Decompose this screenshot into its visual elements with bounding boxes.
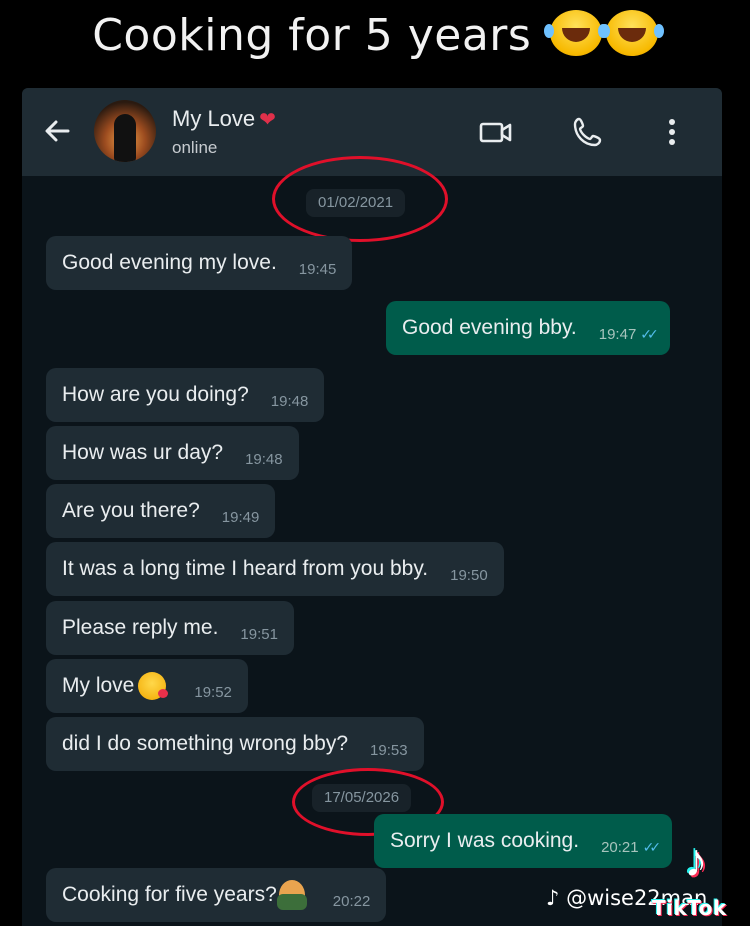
chat-screen: My Love ❤ online 01/02/2021 Good evening …: [22, 88, 722, 926]
message-incoming[interactable]: Please reply me. 19:51: [46, 601, 294, 655]
message-time: 19:47: [598, 325, 637, 343]
contact-name[interactable]: My Love ❤: [172, 106, 276, 132]
message-incoming[interactable]: My love 19:52: [46, 659, 248, 713]
message-time: 19:50: [450, 566, 488, 584]
message-outgoing[interactable]: Sorry I was cooking. 20:21 ✓✓: [374, 814, 673, 868]
tears-of-joy-emoji-icon: [543, 10, 602, 56]
contact-name-text: My Love: [172, 106, 256, 131]
message-text: Cooking for five years?: [62, 883, 277, 906]
message-time: 20:21: [601, 838, 639, 856]
message-text: How was ur day?: [62, 441, 224, 464]
read-ticks-icon: ✓✓: [642, 838, 662, 855]
tiktok-brand: TikTok: [652, 896, 727, 920]
contact-status: online: [172, 138, 218, 157]
heart-emoji: ❤: [259, 109, 276, 131]
message-time: 19:51: [240, 625, 278, 643]
caption-text: Cooking for 5 years: [92, 10, 532, 61]
message-outgoing[interactable]: Good evening bby. 19:47 ✓✓: [386, 301, 670, 355]
caption-title: Cooking for 5 years: [0, 10, 750, 61]
message-text: Sorry I was cooking.: [390, 829, 580, 852]
annotation-circle: [272, 156, 448, 242]
contact-avatar[interactable]: [94, 100, 156, 162]
facepalm-emoji-icon: [276, 880, 307, 910]
message-text: Good evening bby.: [402, 316, 577, 339]
message-text: Good evening my love.: [62, 251, 277, 274]
message-time: 20:22: [332, 892, 371, 910]
message-time: 19:48: [245, 450, 283, 468]
message-time: 19:49: [221, 508, 260, 526]
kiss-emoji-icon: [138, 672, 169, 700]
message-text: did I do something wrong bby?: [62, 732, 349, 755]
video-call-icon[interactable]: [478, 114, 514, 150]
message-time: 19:48: [270, 392, 309, 410]
message-text: My love: [62, 674, 135, 697]
message-time: 19:52: [194, 683, 232, 701]
tiktok-logo-icon: ♪: [684, 834, 708, 886]
message-incoming[interactable]: It was a long time I heard from you bby.…: [46, 542, 504, 596]
message-incoming[interactable]: How are you doing? 19:48: [46, 368, 325, 422]
message-incoming[interactable]: How was ur day? 19:48: [46, 426, 299, 480]
message-incoming[interactable]: Are you there? 19:49: [46, 484, 276, 538]
tears-of-joy-emoji-icon: [599, 10, 658, 56]
more-options-icon[interactable]: [654, 114, 690, 150]
phone-icon[interactable]: [570, 114, 606, 150]
message-incoming[interactable]: Cooking for five years? 20:22: [46, 868, 387, 922]
message-text: It was a long time I heard from you bby.: [62, 557, 429, 580]
message-time: 19:53: [370, 741, 408, 759]
back-arrow-icon[interactable]: [42, 116, 72, 146]
message-time: 19:45: [298, 260, 337, 278]
message-text: How are you doing?: [62, 383, 249, 406]
message-incoming[interactable]: Good evening my love. 19:45: [46, 236, 353, 290]
message-text: Please reply me.: [62, 616, 219, 639]
message-incoming[interactable]: did I do something wrong bby? 19:53: [46, 717, 424, 771]
message-text: Are you there?: [62, 499, 200, 522]
read-ticks-icon: ✓✓: [640, 325, 659, 342]
